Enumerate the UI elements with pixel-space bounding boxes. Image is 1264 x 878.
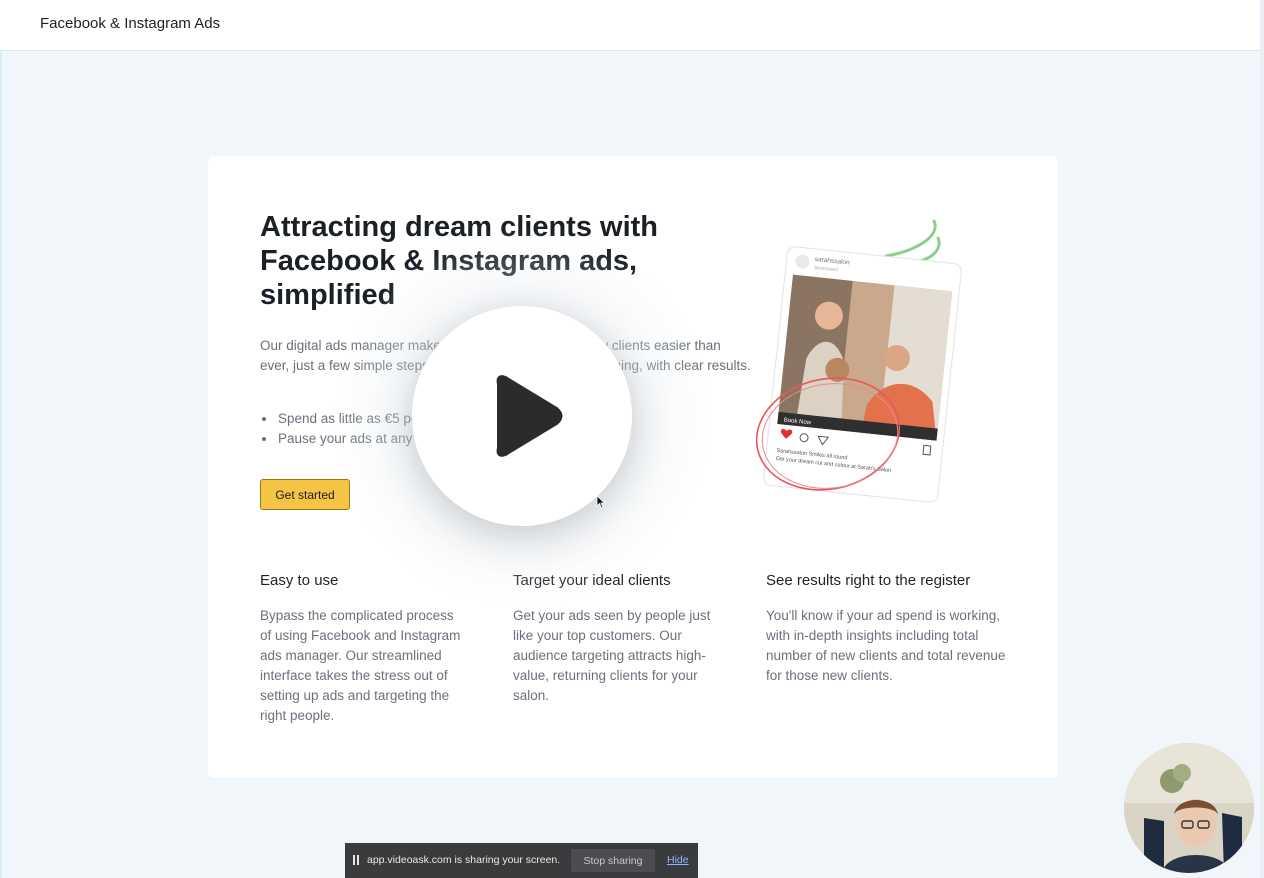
play-button[interactable]	[412, 306, 632, 526]
scrollbar[interactable]	[1260, 0, 1264, 878]
play-icon	[496, 375, 563, 457]
instagram-ad-illustration: sarahssalon Sponsored Book Now Sarahssal…	[756, 219, 962, 503]
pause-icon[interactable]	[353, 855, 360, 865]
feature-body: Get your ads seen by people just like yo…	[513, 608, 711, 703]
page-title: Facebook & Instagram Ads	[40, 15, 221, 32]
feature-see-results: See results right to the register You'll…	[766, 572, 1006, 686]
feature-body: You'll know if your ad spend is working,…	[766, 608, 1006, 683]
screen-share-message: app.videoask.com is sharing your screen.	[367, 854, 561, 866]
cursor-icon	[596, 495, 606, 509]
feature-easy-to-use: Easy to use Bypass the complicated proce…	[260, 572, 465, 726]
hide-link[interactable]: Hide	[667, 854, 689, 866]
screen-share-bar: app.videoask.com is sharing your screen.…	[345, 843, 698, 878]
feature-title: See results right to the register	[766, 572, 971, 589]
webcam-video	[1124, 743, 1254, 873]
get-started-button[interactable]: Get started	[260, 479, 350, 510]
top-bar: Facebook & Instagram Ads	[0, 0, 1264, 51]
feature-body: Bypass the complicated process of using …	[260, 608, 461, 723]
webcam-bubble[interactable]	[1124, 743, 1254, 873]
left-edge	[0, 50, 2, 878]
stop-sharing-button[interactable]: Stop sharing	[571, 849, 655, 872]
